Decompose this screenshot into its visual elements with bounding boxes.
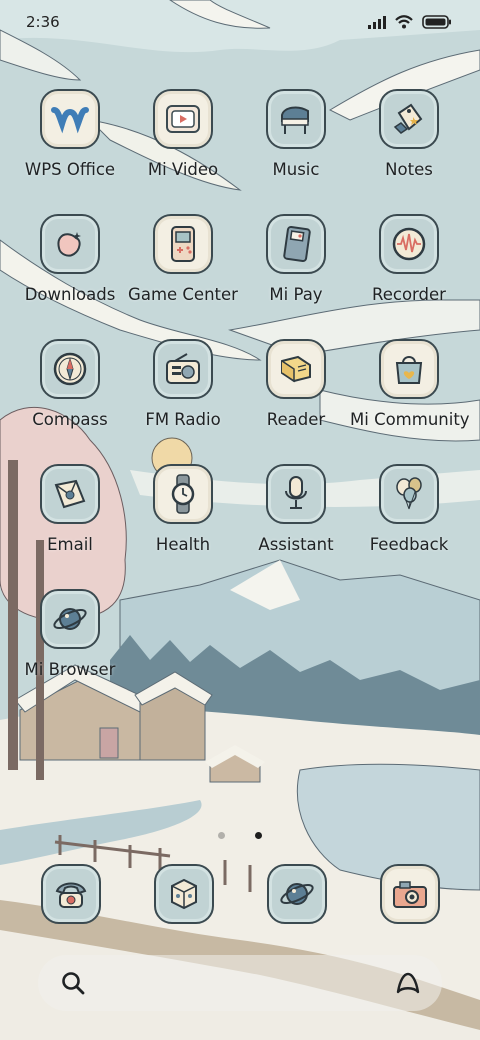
app-label: Recorder — [372, 285, 446, 304]
health-watch-icon — [153, 464, 213, 524]
feedback-balloons-icon — [379, 464, 439, 524]
app-mi-browser[interactable]: Mi Browser — [11, 589, 129, 679]
page-dot — [218, 832, 225, 839]
app-fm-radio[interactable]: FM Radio — [124, 339, 242, 429]
app-label: Mi Pay — [269, 285, 323, 304]
app-notes[interactable]: Notes — [350, 89, 468, 179]
app-label: Mi Browser — [24, 660, 116, 679]
app-label: Feedback — [369, 535, 449, 554]
browser-planet-icon — [267, 864, 327, 924]
mi-video-icon — [153, 89, 213, 149]
page-indicator[interactable] — [0, 832, 480, 840]
phone-icon — [41, 864, 101, 924]
app-label: Downloads — [24, 285, 116, 304]
app-label: Assistant — [258, 535, 334, 554]
app-mi-video[interactable]: Mi Video — [124, 89, 242, 179]
wps-office-icon — [40, 89, 100, 149]
email-icon — [40, 464, 100, 524]
app-assistant[interactable]: Assistant — [237, 464, 355, 554]
compass-icon — [40, 339, 100, 399]
status-bar: 2:36 — [0, 0, 480, 44]
app-wps-office[interactable]: WPS Office — [11, 89, 129, 179]
app-label: Notes — [385, 160, 433, 179]
mi-community-bag-icon — [379, 339, 439, 399]
page-dot-active — [255, 832, 262, 839]
game-center-icon — [153, 214, 213, 274]
search-icon[interactable] — [60, 970, 86, 996]
notes-tag-icon — [379, 89, 439, 149]
app-music[interactable]: Music — [237, 89, 355, 179]
app-label: Health — [155, 535, 211, 554]
app-game-center[interactable]: Game Center — [124, 214, 242, 304]
cellular-signal-icon — [368, 15, 386, 29]
camera-icon — [380, 864, 440, 924]
dock-phone[interactable] — [41, 864, 101, 924]
mi-browser-planet-icon — [40, 589, 100, 649]
app-feedback[interactable]: Feedback — [350, 464, 468, 554]
app-recorder[interactable]: Recorder — [350, 214, 468, 304]
assistant-mic-icon — [266, 464, 326, 524]
downloads-icon — [40, 214, 100, 274]
mi-pay-icon — [266, 214, 326, 274]
music-piano-icon — [266, 89, 326, 149]
app-label: FM Radio — [145, 410, 221, 429]
app-label: Reader — [266, 410, 326, 429]
app-label: Mi Video — [147, 160, 219, 179]
recorder-icon — [379, 214, 439, 274]
app-label: Game Center — [128, 285, 238, 304]
search-bar[interactable] — [38, 955, 442, 1011]
app-health[interactable]: Health — [124, 464, 242, 554]
app-downloads[interactable]: Downloads — [11, 214, 129, 304]
dock-camera[interactable] — [380, 864, 440, 924]
app-email[interactable]: Email — [11, 464, 129, 554]
assistant-a-icon[interactable] — [394, 970, 422, 996]
app-label: Mi Community — [350, 410, 470, 429]
app-mi-community[interactable]: Mi Community — [350, 339, 470, 429]
app-compass[interactable]: Compass — [11, 339, 129, 429]
battery-icon — [422, 15, 451, 29]
reader-book-icon — [266, 339, 326, 399]
status-time: 2:36 — [26, 13, 60, 31]
dock-browser[interactable] — [267, 864, 327, 924]
app-label: Compass — [32, 410, 108, 429]
app-mi-pay[interactable]: Mi Pay — [237, 214, 355, 304]
app-label: Music — [272, 160, 320, 179]
app-reader[interactable]: Reader — [237, 339, 355, 429]
app-label: Email — [47, 535, 93, 554]
fm-radio-icon — [153, 339, 213, 399]
app-label: WPS Office — [24, 160, 116, 179]
status-icons — [368, 15, 452, 29]
messages-icon — [154, 864, 214, 924]
wifi-icon — [395, 15, 413, 29]
dock-messages[interactable] — [154, 864, 214, 924]
